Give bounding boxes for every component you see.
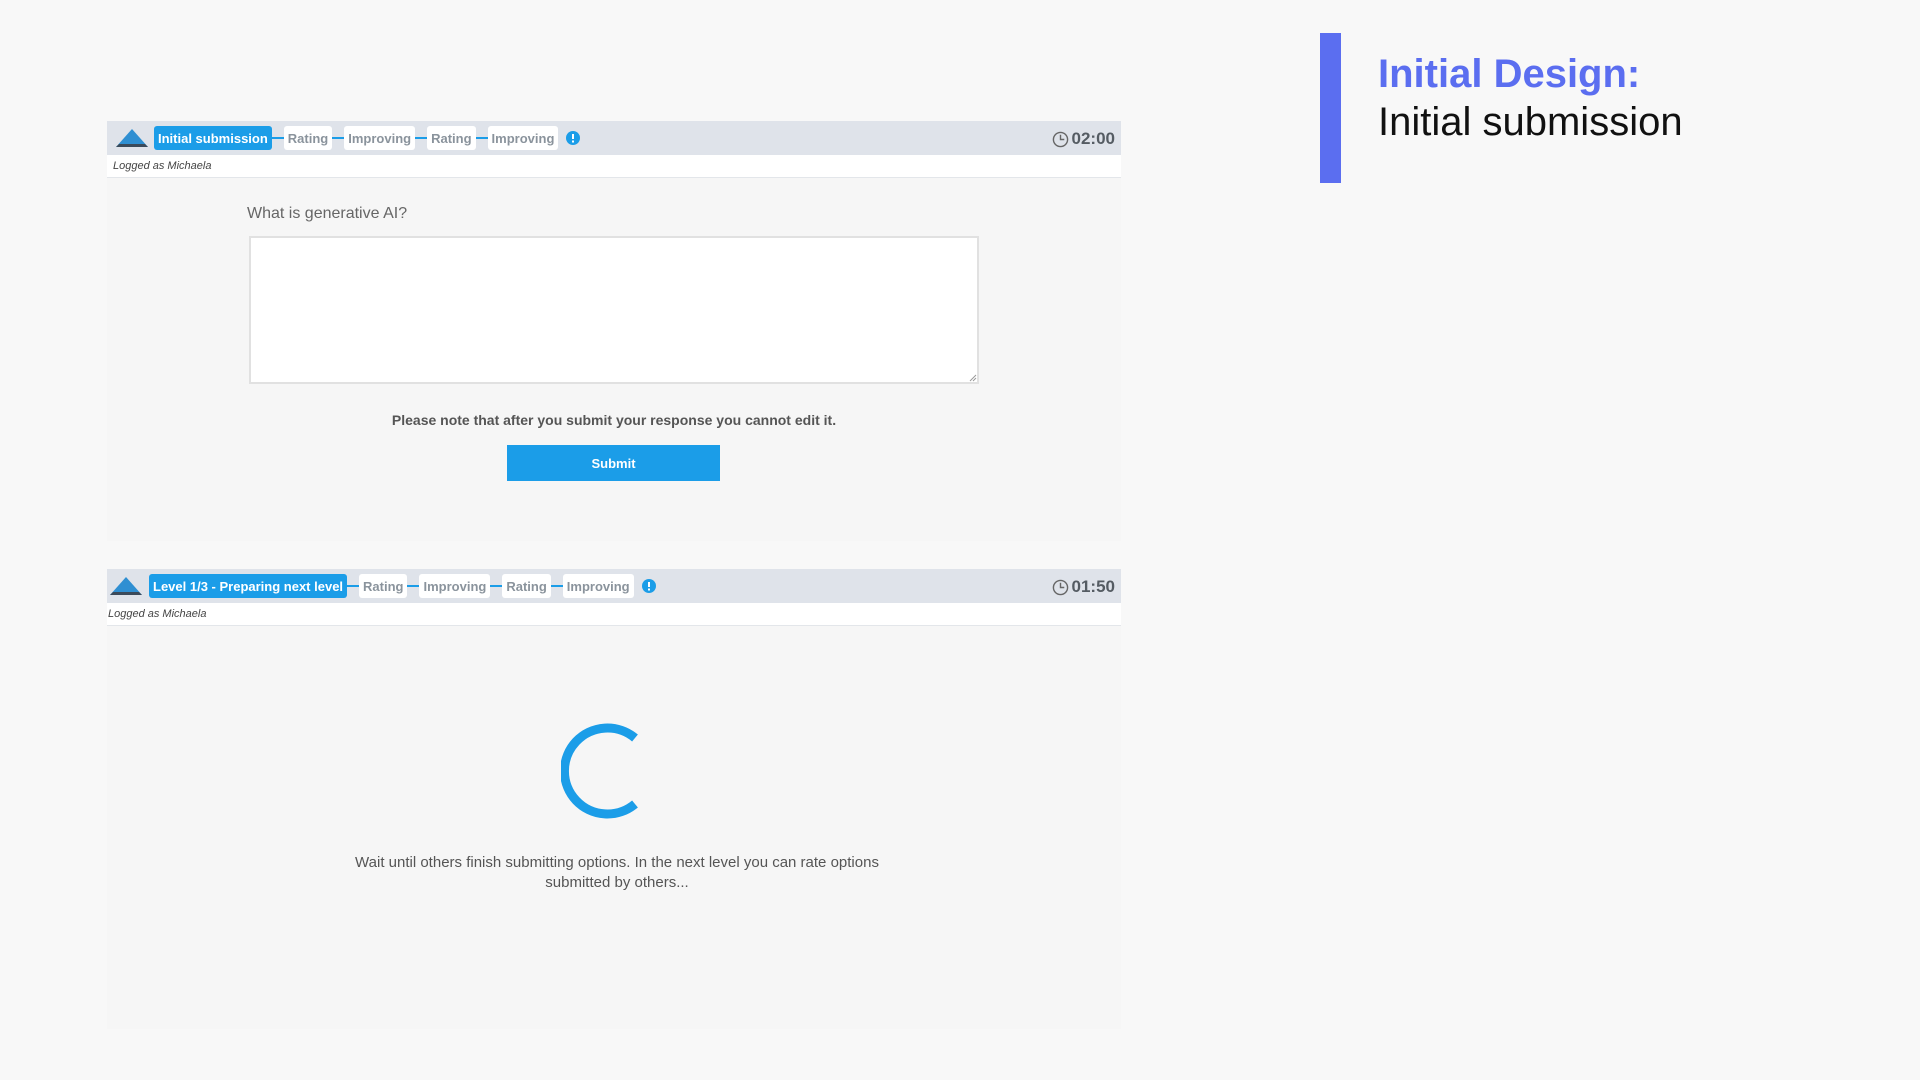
step-connector [271, 137, 284, 139]
title-accent-bar [1320, 33, 1341, 183]
step-connector [332, 137, 345, 139]
triangle-logo-icon [110, 577, 142, 595]
step-rating[interactable]: Rating [283, 126, 333, 150]
step-connector [407, 585, 420, 587]
info-icon[interactable] [641, 579, 656, 593]
user-bar: Logged as Michaela [107, 155, 1121, 178]
countdown-timer: 01:50 [1052, 577, 1115, 597]
triangle-logo-icon [116, 129, 148, 147]
slide-title-secondary: Initial submission [1378, 100, 1683, 144]
answer-textarea[interactable] [249, 236, 979, 384]
step-connector [347, 585, 360, 587]
info-icon[interactable] [566, 131, 581, 145]
loading-spinner-icon [561, 723, 638, 819]
step-rating[interactable]: Rating [359, 574, 408, 598]
progress-bar: Initial submission Rating Improving Rati… [107, 121, 1121, 155]
step-list: Level 1/3 - Preparing next level Rating … [149, 573, 656, 599]
step-improving[interactable]: Improving [344, 126, 416, 150]
step-improving[interactable]: Improving [487, 126, 559, 150]
step-improving[interactable]: Improving [562, 574, 634, 598]
step-initial-submission[interactable]: Initial submission [154, 126, 272, 150]
wait-message: Wait until others finish submitting opti… [355, 854, 879, 891]
step-connector [415, 137, 428, 139]
step-rating[interactable]: Rating [427, 126, 476, 150]
step-rating[interactable]: Rating [502, 574, 551, 598]
step-connector [475, 137, 488, 139]
step-list: Initial submission Rating Improving Rati… [154, 125, 581, 151]
timer-value: 01:50 [1071, 577, 1115, 596]
step-improving[interactable]: Improving [419, 574, 491, 598]
logged-in-user: Logged as Michaela [113, 160, 212, 172]
timer-value: 02:00 [1071, 129, 1115, 148]
clock-icon [1052, 579, 1068, 595]
countdown-timer: 02:00 [1052, 129, 1115, 149]
waiting-screen: Level 1/3 - Preparing next level Rating … [107, 569, 1121, 1029]
step-level-preparing[interactable]: Level 1/3 - Preparing next level [149, 574, 348, 598]
edit-warning-note: Please note that after you submit your r… [391, 412, 837, 428]
slide-title-primary: Initial Design: [1378, 52, 1641, 96]
initial-submission-screen: Initial submission Rating Improving Rati… [107, 121, 1121, 541]
clock-icon [1052, 131, 1068, 147]
logged-in-user: Logged as Michaela [108, 608, 207, 620]
question-label: What is generative AI? [247, 205, 408, 222]
step-connector [490, 585, 503, 587]
progress-bar: Level 1/3 - Preparing next level Rating … [107, 569, 1121, 603]
submit-button[interactable]: Submit [507, 445, 720, 481]
step-connector [550, 585, 563, 587]
user-bar: Logged as Michaela [107, 603, 1121, 626]
resize-handle-icon[interactable] [967, 372, 977, 382]
